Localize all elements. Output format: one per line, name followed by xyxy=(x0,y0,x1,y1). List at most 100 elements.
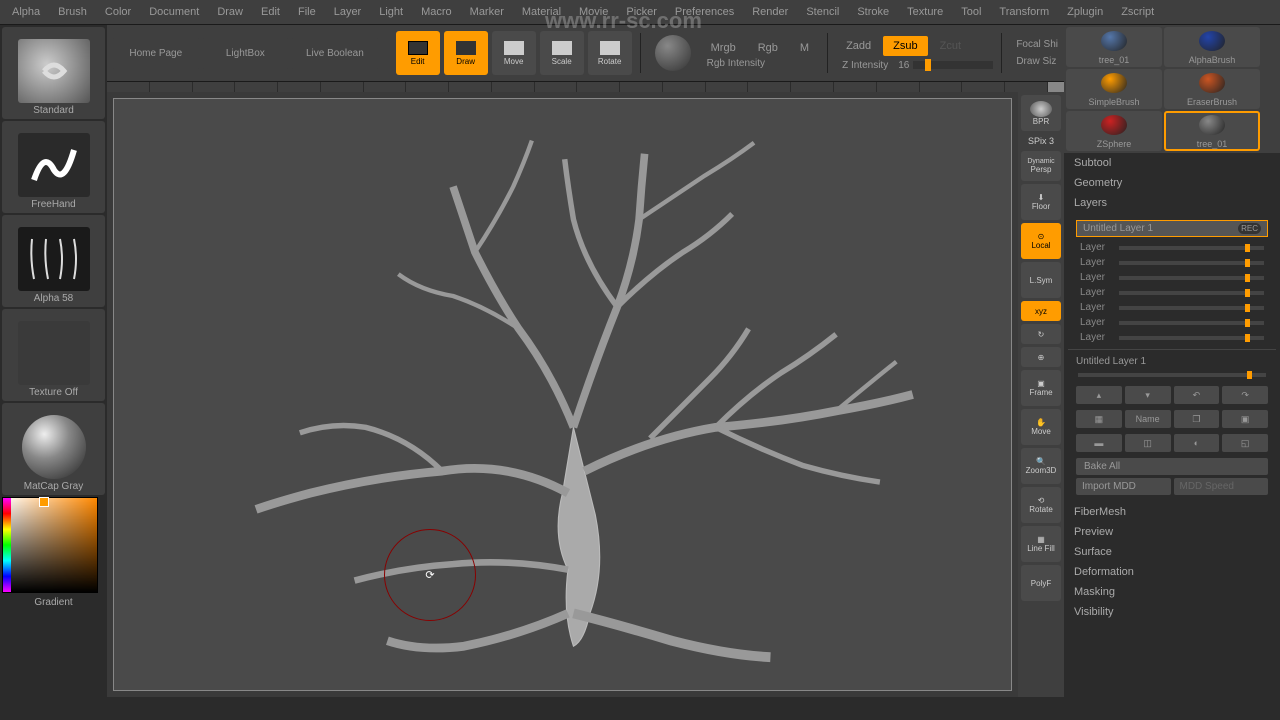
spix-label[interactable]: SPix 3 xyxy=(1021,134,1061,148)
layer-slider[interactable] xyxy=(1119,246,1264,250)
polyf-button[interactable]: PolyF xyxy=(1021,565,1061,601)
layer-name-button[interactable]: Name xyxy=(1125,410,1171,428)
rotate-view-button[interactable]: ⟲Rotate xyxy=(1021,487,1061,523)
hue-strip[interactable] xyxy=(3,498,11,592)
layer-row[interactable]: Layer xyxy=(1068,300,1276,315)
home-page-tab[interactable]: Home Page xyxy=(113,38,199,69)
menu-tool[interactable]: Tool xyxy=(953,3,989,21)
edit-button[interactable]: Edit xyxy=(396,31,440,75)
layer-new-button[interactable]: ▦ xyxy=(1076,410,1122,428)
menu-brush[interactable]: Brush xyxy=(50,3,95,21)
zcut-mode[interactable]: Zcut xyxy=(930,36,971,56)
menu-movie[interactable]: Movie xyxy=(571,3,616,21)
section-deformation[interactable]: Deformation xyxy=(1064,562,1280,582)
stroke-slot[interactable]: FreeHand xyxy=(2,121,105,213)
section-geometry[interactable]: Geometry xyxy=(1064,173,1280,193)
menu-layer[interactable]: Layer xyxy=(326,3,370,21)
rgb-mode[interactable]: Rgb xyxy=(748,38,788,58)
menu-zplugin[interactable]: Zplugin xyxy=(1059,3,1111,21)
layer-del-button[interactable]: ▣ xyxy=(1222,410,1268,428)
menu-light[interactable]: Light xyxy=(371,3,411,21)
layer-slider[interactable] xyxy=(1119,306,1264,310)
frame-button[interactable]: ▣Frame xyxy=(1021,370,1061,406)
layer-row[interactable]: Layer xyxy=(1068,255,1276,270)
floor-button[interactable]: ⬇Floor xyxy=(1021,184,1061,220)
menu-draw[interactable]: Draw xyxy=(209,3,251,21)
import-mdd-button[interactable]: Import MDD xyxy=(1076,478,1171,495)
layer-row[interactable]: Layer xyxy=(1068,285,1276,300)
zsub-mode[interactable]: Zsub xyxy=(883,36,927,56)
layer-slider[interactable] xyxy=(1119,261,1264,265)
canvas-3d[interactable]: ⟳ xyxy=(113,98,1012,691)
menu-alpha[interactable]: Alpha xyxy=(4,3,48,21)
tool-thumb-tree_01[interactable]: tree_01 xyxy=(1066,27,1162,67)
scale-button[interactable]: Scale xyxy=(540,31,584,75)
menu-material[interactable]: Material xyxy=(514,3,569,21)
layer-up-button[interactable]: ▴ xyxy=(1076,386,1122,404)
menu-stroke[interactable]: Stroke xyxy=(849,3,897,21)
layer-dup-button[interactable]: ❐ xyxy=(1174,410,1220,428)
m-mode[interactable]: M xyxy=(790,38,819,58)
menu-picker[interactable]: Picker xyxy=(618,3,665,21)
rec-badge[interactable]: REC xyxy=(1238,223,1261,234)
menu-edit[interactable]: Edit xyxy=(253,3,288,21)
layer-slider[interactable] xyxy=(1119,291,1264,295)
z-intensity-slider[interactable] xyxy=(913,61,993,69)
menu-transform[interactable]: Transform xyxy=(991,3,1057,21)
layer-slider[interactable] xyxy=(1119,336,1264,340)
section-subtool[interactable]: Subtool xyxy=(1064,153,1280,173)
section-fibermesh[interactable]: FiberMesh xyxy=(1064,502,1280,522)
layer-row[interactable]: Layer xyxy=(1068,240,1276,255)
move-button[interactable]: Move xyxy=(492,31,536,75)
alpha-slot[interactable]: Alpha 58 xyxy=(2,215,105,307)
menu-document[interactable]: Document xyxy=(141,3,207,21)
zoom3d-button[interactable]: 🔍Zoom3D xyxy=(1021,448,1061,484)
mrgb-mode[interactable]: Mrgb xyxy=(701,38,746,58)
section-visibility[interactable]: Visibility xyxy=(1064,602,1280,622)
layer-row[interactable]: Layer xyxy=(1068,270,1276,285)
layer-slider[interactable] xyxy=(1119,276,1264,280)
timeline[interactable] xyxy=(107,82,1064,92)
layer-next-button[interactable]: ↷ xyxy=(1222,386,1268,404)
tool-thumb-alphabrush[interactable]: AlphaBrush xyxy=(1164,27,1260,67)
gradient-label[interactable]: Gradient xyxy=(2,595,105,610)
layer-split-button[interactable]: ◫ xyxy=(1125,434,1171,452)
menu-zscript[interactable]: Zscript xyxy=(1113,3,1162,21)
layer-clear-button[interactable]: ◱ xyxy=(1222,434,1268,452)
menu-file[interactable]: File xyxy=(290,3,324,21)
move-view-button[interactable]: ✋Move xyxy=(1021,409,1061,445)
active-layer[interactable]: Untitled Layer 1 REC xyxy=(1076,220,1268,237)
material-slot[interactable]: MatCap Gray xyxy=(2,403,105,495)
layer-row[interactable]: Layer xyxy=(1068,315,1276,330)
layer-merge-button[interactable]: ▬ xyxy=(1076,434,1122,452)
menu-macro[interactable]: Macro xyxy=(413,3,460,21)
menu-texture[interactable]: Texture xyxy=(899,3,951,21)
dynamic-persp-button[interactable]: DynamicPersp xyxy=(1021,151,1061,181)
layer-intensity-slider[interactable] xyxy=(1078,373,1266,377)
zadd-mode[interactable]: Zadd xyxy=(836,36,881,56)
layer-down-button[interactable]: ▾ xyxy=(1125,386,1171,404)
timeline-marker[interactable] xyxy=(1048,82,1064,92)
bake-all-button[interactable]: Bake All xyxy=(1076,458,1268,475)
xyz-button[interactable]: xyz xyxy=(1021,301,1061,321)
color-swatch[interactable] xyxy=(39,497,49,507)
menu-stencil[interactable]: Stencil xyxy=(798,3,847,21)
color-picker[interactable] xyxy=(2,497,98,593)
layer-invert-button[interactable]: ◐ xyxy=(1174,434,1220,452)
rotate-axis-button[interactable]: ↻ xyxy=(1021,324,1061,344)
section-layers[interactable]: Layers xyxy=(1064,193,1280,213)
tool-thumb-simplebrush[interactable]: SimpleBrush xyxy=(1066,69,1162,109)
tool-thumb-tree_01[interactable]: tree_01 xyxy=(1164,111,1260,151)
tool-thumb-eraserbrush[interactable]: EraserBrush xyxy=(1164,69,1260,109)
menu-render[interactable]: Render xyxy=(744,3,796,21)
draw-button[interactable]: Draw xyxy=(444,31,488,75)
menu-preferences[interactable]: Preferences xyxy=(667,3,742,21)
section-surface[interactable]: Surface xyxy=(1064,542,1280,562)
layer-slider[interactable] xyxy=(1119,321,1264,325)
layer-row[interactable]: Layer xyxy=(1068,330,1276,345)
texture-slot[interactable]: Texture Off xyxy=(2,309,105,401)
section-masking[interactable]: Masking xyxy=(1064,582,1280,602)
menu-color[interactable]: Color xyxy=(97,3,139,21)
rotate-button[interactable]: Rotate xyxy=(588,31,632,75)
bpr-button[interactable]: BPR xyxy=(1021,95,1061,131)
